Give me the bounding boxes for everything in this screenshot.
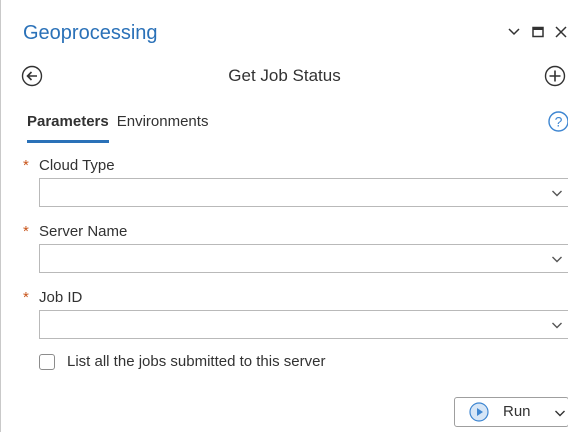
required-marker: *	[23, 289, 29, 306]
tool-title: Get Job Status	[228, 66, 341, 85]
list-jobs-label: List all the jobs submitted to this serv…	[67, 353, 326, 370]
server-name-combobox[interactable]	[39, 244, 568, 273]
param-server-name: * Server Name	[23, 222, 568, 273]
play-circle-icon	[469, 402, 489, 422]
chevron-down-icon[interactable]	[506, 24, 522, 40]
cloud-type-label: Cloud Type	[39, 157, 115, 174]
close-icon[interactable]	[553, 24, 568, 40]
geoprocessing-pane: Geoprocessing Get Job Status Parameters	[0, 0, 568, 432]
run-label: Run	[503, 403, 531, 420]
pane-title: Geoprocessing	[23, 22, 158, 44]
chevron-down-icon	[552, 190, 562, 197]
help-question-icon[interactable]: ?	[548, 111, 568, 132]
list-jobs-checkbox-row[interactable]: List all the jobs submitted to this serv…	[39, 353, 325, 370]
job-id-combobox[interactable]	[39, 310, 568, 339]
list-jobs-checkbox[interactable]	[39, 353, 55, 370]
param-job-id: * Job ID	[23, 288, 568, 339]
required-marker: *	[23, 223, 29, 240]
cloud-type-combobox[interactable]	[39, 178, 568, 207]
pane-titlebar: Geoprocessing	[1, 0, 568, 44]
tab-bar: Parameters Environments	[27, 113, 216, 143]
job-id-label: Job ID	[39, 289, 83, 306]
maximize-icon[interactable]	[530, 24, 546, 40]
chevron-down-icon[interactable]	[554, 408, 566, 418]
chevron-down-icon	[552, 256, 562, 263]
tab-parameters[interactable]: Parameters	[27, 113, 109, 143]
required-marker: *	[23, 157, 29, 174]
tab-environments[interactable]: Environments	[117, 113, 209, 143]
svg-text:?: ?	[555, 114, 563, 130]
run-button[interactable]: Run	[454, 397, 568, 427]
param-cloud-type: * Cloud Type	[23, 156, 568, 207]
server-name-label: Server Name	[39, 223, 128, 240]
plus-circle-icon[interactable]	[544, 65, 566, 87]
chevron-down-icon	[552, 322, 562, 329]
tool-header: Get Job Status	[1, 60, 568, 94]
